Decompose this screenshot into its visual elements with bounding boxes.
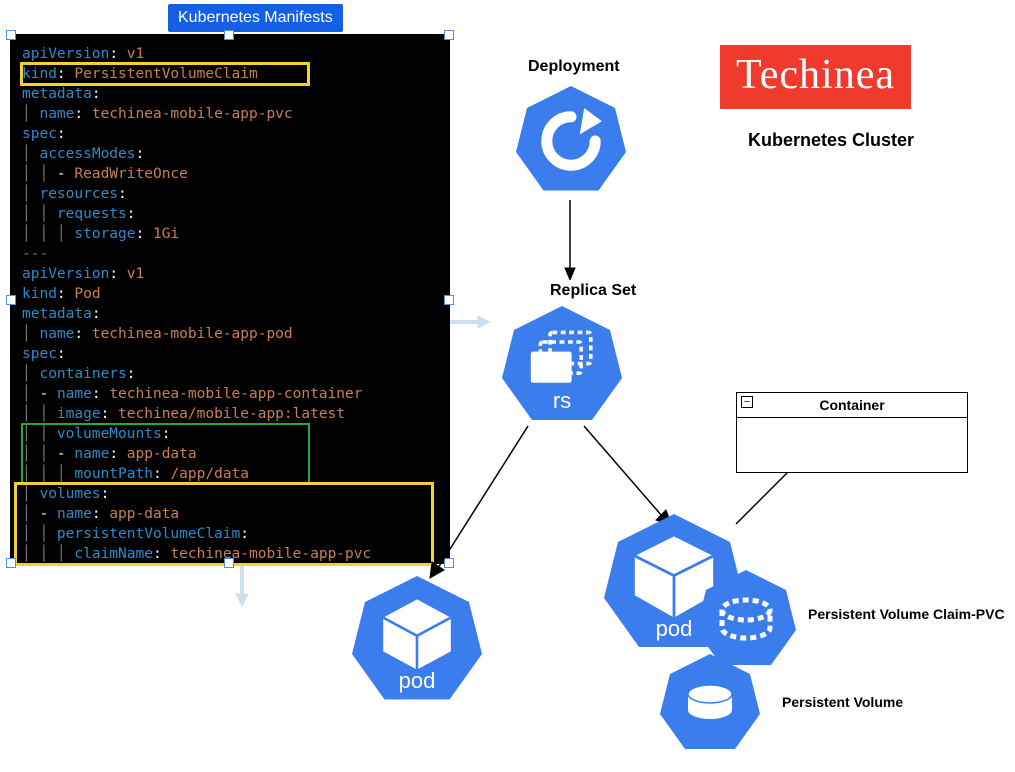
- brand-logo: Techinea: [720, 45, 911, 109]
- deployment-icon: [516, 86, 626, 196]
- container-body: [737, 418, 967, 472]
- replicaset-icon: rs: [502, 306, 622, 426]
- refresh-icon: [516, 86, 626, 196]
- arrow-down-icon: [560, 200, 580, 280]
- pod-icon: pod: [352, 576, 482, 706]
- pv-label: Persistent Volume: [782, 694, 903, 710]
- selection-handle[interactable]: [224, 30, 234, 40]
- container-header: Container: [737, 393, 967, 418]
- collapse-icon[interactable]: –: [741, 396, 753, 408]
- selection-handle[interactable]: [6, 30, 16, 40]
- brand-text: Techinea: [736, 52, 895, 98]
- cylinder-icon: [660, 654, 760, 754]
- container-box: – Container: [736, 392, 968, 473]
- replicaset-label: Replica Set: [550, 282, 636, 300]
- selection-handle[interactable]: [444, 295, 454, 305]
- pvc-label: Persistent Volume Claim-PVC: [808, 606, 1005, 622]
- rs-text: rs: [502, 388, 622, 414]
- yaml-code: apiVersion: v1 kind: PersistentVolumeCla…: [10, 34, 450, 564]
- arrow-diag-left-icon: [420, 420, 540, 580]
- selection-handle[interactable]: [6, 558, 16, 568]
- cluster-label: Kubernetes Cluster: [748, 130, 914, 151]
- code-block-wrapper: apiVersion: v1 kind: PersistentVolumeCla…: [10, 34, 450, 564]
- pod-text: pod: [352, 668, 482, 694]
- faint-arrow-right-icon: [450, 312, 490, 332]
- faint-arrow-down-icon: [232, 566, 252, 606]
- deployment-label: Deployment: [528, 58, 620, 76]
- arrow-diag-right-icon: [580, 420, 680, 530]
- selection-handle[interactable]: [444, 30, 454, 40]
- manifests-tab: Kubernetes Manifests: [168, 4, 343, 32]
- selection-handle[interactable]: [6, 295, 16, 305]
- pv-icon: [660, 654, 760, 754]
- diagram-canvas: Kubernetes Manifests apiVersion: v1 kind…: [0, 0, 1015, 772]
- leaf-icon: [815, 23, 838, 46]
